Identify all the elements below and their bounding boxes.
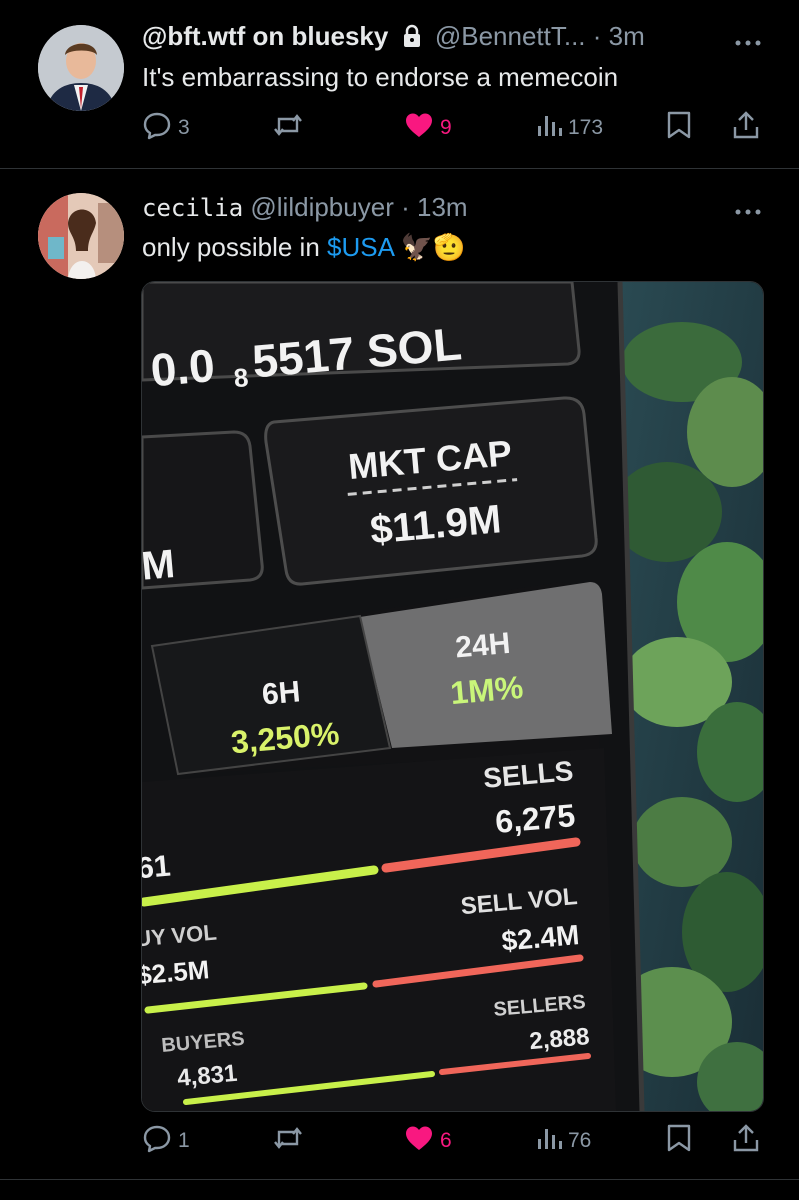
post[interactable]: @bft.wtf on bluesky @BennettT... · 3m It… <box>0 0 799 169</box>
timestamp[interactable]: 13m <box>417 192 468 222</box>
reply-count: 3 <box>178 116 190 139</box>
price-main: 0.0 <box>149 339 217 396</box>
repost-button[interactable] <box>272 1124 304 1158</box>
like-button[interactable]: 6 <box>404 1124 452 1158</box>
reply-count: 1 <box>178 1129 190 1152</box>
more-icon[interactable] <box>735 34 761 46</box>
reply-icon <box>142 110 172 146</box>
display-name[interactable]: cecilia <box>142 194 243 222</box>
lock-icon <box>402 23 422 55</box>
bookmark-button[interactable] <box>666 1124 692 1158</box>
repost-icon <box>272 111 304 145</box>
more-icon[interactable] <box>735 203 761 215</box>
post[interactable]: cecilia @lildipbuyer · 13m only possible… <box>0 169 799 1180</box>
post-header: @bft.wtf on bluesky @BennettT... · 3m <box>142 20 739 55</box>
share-icon <box>732 1123 760 1159</box>
bookmark-icon <box>666 110 692 146</box>
views-icon <box>536 1125 562 1157</box>
display-name[interactable]: @bft.wtf on bluesky <box>142 21 388 51</box>
action-bar: 1 6 76 <box>142 1124 759 1158</box>
avatar-image <box>38 25 124 111</box>
views-icon <box>536 112 562 144</box>
separator: · <box>401 192 410 222</box>
cashtag-link[interactable]: $USA <box>327 232 394 262</box>
emoji-text: 🦅🫡 <box>400 232 466 262</box>
bookmark-button[interactable] <box>666 111 692 145</box>
tab-24h-value: 1M% <box>449 669 525 711</box>
bookmark-icon <box>666 1123 692 1159</box>
like-count: 6 <box>440 1129 452 1152</box>
left-card-value: M <box>142 542 177 589</box>
reply-button[interactable]: 3 <box>142 111 190 145</box>
heart-icon <box>404 111 434 145</box>
post-text-prefix: only possible in <box>142 232 327 262</box>
post-header: cecilia @lildipbuyer · 13m <box>142 191 739 224</box>
action-bar: 3 9 173 <box>142 111 759 145</box>
repost-button[interactable] <box>272 111 304 145</box>
share-icon <box>732 110 760 146</box>
reply-button[interactable]: 1 <box>142 1124 190 1158</box>
tab-24h-label[interactable]: 24H <box>454 627 512 665</box>
mkt-cap-card <box>264 396 598 586</box>
avatar[interactable] <box>38 193 124 279</box>
buyers-value: 4,831 <box>176 1060 238 1092</box>
handle[interactable]: @BennettT... <box>435 21 586 51</box>
sells-value: 6,275 <box>494 797 577 840</box>
views-count: 76 <box>568 1129 592 1152</box>
timestamp[interactable]: 3m <box>609 21 645 51</box>
repost-icon <box>272 1124 304 1158</box>
sellers-value: 2,888 <box>528 1023 590 1055</box>
avatar-image <box>38 193 124 279</box>
post-text: only possible in $USA 🦅🫡 <box>142 230 759 264</box>
separator: · <box>592 21 602 51</box>
heart-icon <box>404 1124 434 1158</box>
tab-6h-label[interactable]: 6H <box>261 675 302 711</box>
share-button[interactable] <box>732 1124 760 1158</box>
post-image[interactable]: 0.0 8 5517 SOL M MKT CAP $11.9M 6H 3,250… <box>141 281 764 1112</box>
post-text: It's embarrassing to endorse a memecoin <box>142 62 619 92</box>
views-button[interactable]: 76 <box>536 1124 591 1158</box>
views-button[interactable]: 173 <box>536 111 603 145</box>
handle[interactable]: @lildipbuyer <box>250 192 393 222</box>
views-count: 173 <box>568 116 604 139</box>
share-button[interactable] <box>732 111 760 145</box>
buy-vol-value: $2.5M <box>142 954 211 990</box>
price-subscript: 8 <box>233 362 250 393</box>
reply-icon <box>142 1123 172 1159</box>
buys-value: 61 <box>142 850 172 886</box>
like-count: 9 <box>440 116 452 139</box>
like-button[interactable]: 9 <box>404 111 452 145</box>
avatar[interactable] <box>38 25 124 111</box>
